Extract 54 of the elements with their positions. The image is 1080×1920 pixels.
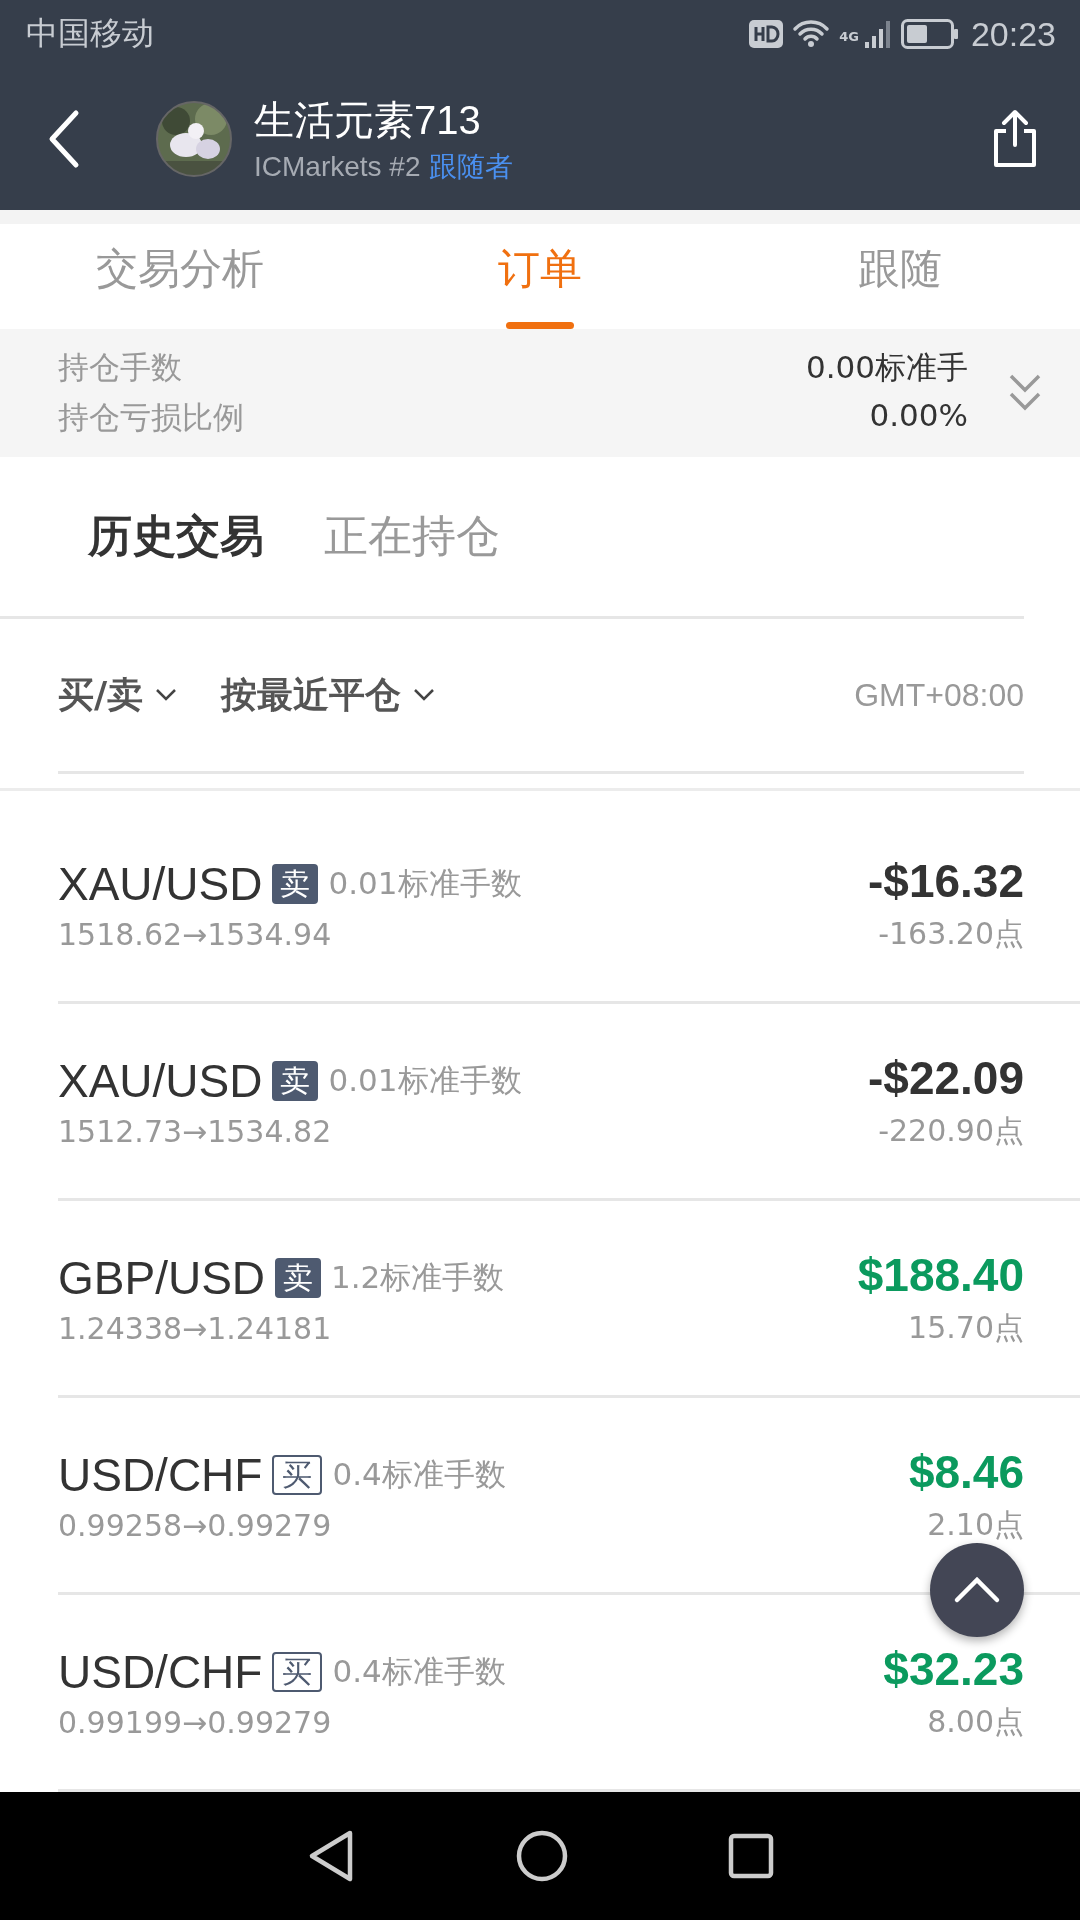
symbol: XAU/USD bbox=[58, 856, 263, 911]
timezone-label: GMT+08:00 bbox=[854, 676, 1024, 714]
broker-account: ICMarkets #2 bbox=[254, 150, 421, 183]
network-type: 4G bbox=[839, 28, 859, 44]
caret-icon bbox=[413, 688, 436, 703]
points: -220.90点 bbox=[878, 1111, 1024, 1150]
points: -163.20点 bbox=[878, 914, 1024, 953]
price-range: 1.24338→1.24181 bbox=[58, 1310, 333, 1346]
battery-icon bbox=[900, 19, 959, 50]
points: 8.00点 bbox=[927, 1702, 1024, 1741]
profit-amount: -$16.32 bbox=[868, 853, 1024, 908]
side-tag: 卖 bbox=[272, 1060, 319, 1101]
history-tab[interactable]: 正在持仓 bbox=[324, 507, 500, 567]
lot-size: 0.4标准手数 bbox=[332, 1651, 506, 1691]
side-tag: 卖 bbox=[275, 1257, 322, 1298]
profit-amount: $8.46 bbox=[908, 1444, 1024, 1499]
summary-value: 0.00标准手 bbox=[805, 348, 968, 388]
summary-value: 0.00% bbox=[869, 397, 968, 436]
profit-amount: $32.23 bbox=[883, 1641, 1024, 1696]
chevron-up-icon bbox=[953, 1576, 1001, 1605]
hd-icon bbox=[749, 20, 784, 49]
price-range: 1512.73→1534.82 bbox=[58, 1113, 333, 1149]
scroll-top-button[interactable] bbox=[930, 1543, 1024, 1638]
symbol: GBP/USD bbox=[58, 1250, 266, 1305]
history-tab[interactable]: 历史交易 bbox=[88, 507, 264, 567]
symbol: XAU/USD bbox=[58, 1053, 263, 1108]
home-nav-icon[interactable] bbox=[516, 1830, 568, 1883]
price-range: 0.99258→0.99279 bbox=[58, 1507, 333, 1543]
profit-amount: -$22.09 bbox=[868, 1050, 1024, 1105]
lot-size: 1.2标准手数 bbox=[331, 1257, 505, 1297]
filter-dropdown[interactable]: 买/卖 bbox=[58, 670, 178, 720]
price-range: 1518.62→1534.94 bbox=[58, 916, 333, 952]
lot-size: 0.4标准手数 bbox=[332, 1454, 506, 1494]
profit-amount: $188.40 bbox=[857, 1247, 1024, 1302]
points: 15.70点 bbox=[908, 1308, 1024, 1347]
lot-size: 0.01标准手数 bbox=[328, 1060, 522, 1100]
clock: 20:23 bbox=[970, 14, 1056, 54]
signal-icon bbox=[862, 18, 893, 51]
recents-nav-icon[interactable] bbox=[728, 1833, 774, 1880]
summary-label: 持仓亏损比例 bbox=[58, 398, 244, 438]
summary-label: 持仓手数 bbox=[58, 348, 182, 388]
trader-name: 生活元素713 bbox=[254, 96, 482, 144]
side-tag: 买 bbox=[272, 1454, 323, 1495]
carrier-name: 中国移动 bbox=[26, 13, 154, 55]
symbol: USD/CHF bbox=[58, 1447, 263, 1502]
symbol: USD/CHF bbox=[58, 1644, 263, 1699]
side-tag: 卖 bbox=[272, 863, 319, 904]
price-range: 0.99199→0.99279 bbox=[58, 1704, 333, 1740]
lot-size: 0.01标准手数 bbox=[328, 863, 522, 903]
points: 2.10点 bbox=[927, 1505, 1024, 1544]
follower-link[interactable]: 跟随者 bbox=[428, 147, 513, 186]
side-tag: 买 bbox=[272, 1651, 323, 1692]
caret-icon bbox=[155, 688, 178, 703]
filter-dropdown[interactable]: 按最近平仓 bbox=[221, 670, 436, 720]
